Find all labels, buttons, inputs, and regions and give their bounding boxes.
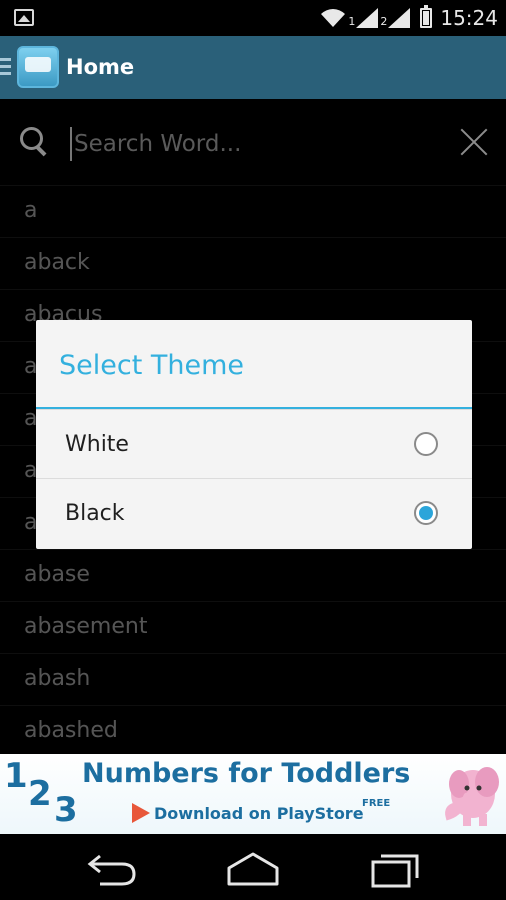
select-theme-dialog: Select Theme White Black — [36, 320, 472, 549]
play-store-icon — [132, 803, 150, 823]
ad-free-badge: FREE — [362, 798, 391, 809]
status-bar: 1 2 15:24 — [0, 0, 506, 36]
search-input[interactable] — [70, 127, 440, 161]
wifi-icon — [321, 9, 346, 27]
app-logo-icon[interactable] — [17, 46, 59, 88]
elephant-icon — [445, 767, 499, 826]
close-icon[interactable] — [458, 126, 490, 158]
battery-icon — [420, 5, 433, 28]
radio-checked-icon[interactable] — [414, 501, 438, 525]
status-time: 15:24 — [440, 6, 498, 30]
image-notification-icon — [14, 9, 34, 26]
ad-digit: 1 — [4, 756, 28, 796]
ad-digits: 1 2 3 — [4, 756, 84, 832]
radio-unchecked-icon[interactable] — [414, 432, 438, 456]
system-nav-bar — [0, 834, 506, 900]
theme-option-white[interactable]: White — [36, 409, 472, 478]
option-label: Black — [65, 501, 125, 526]
back-icon[interactable] — [82, 844, 142, 890]
ad-banner[interactable]: 1 2 3 Numbers for Toddlers Download on P… — [0, 754, 506, 834]
signal-icon — [356, 8, 379, 28]
action-bar: Home — [0, 36, 506, 99]
signal-icon — [388, 8, 411, 28]
ad-digit: 3 — [54, 790, 78, 830]
status-icons: 1 2 15:24 — [320, 0, 498, 36]
search-icon — [20, 127, 50, 157]
search-bar — [0, 99, 506, 185]
home-icon[interactable] — [223, 844, 283, 890]
page-title: Home — [66, 55, 135, 79]
dialog-title: Select Theme — [36, 320, 472, 409]
ad-subtitle: Download on PlayStore — [154, 804, 364, 823]
recent-apps-icon[interactable] — [365, 844, 425, 890]
hamburger-icon[interactable] — [0, 58, 11, 76]
option-label: White — [65, 432, 129, 457]
sim2-label: 2 — [380, 15, 388, 28]
ad-digit: 2 — [28, 774, 52, 814]
sim1-label: 1 — [348, 15, 356, 28]
ad-title: Numbers for Toddlers — [82, 758, 411, 789]
theme-option-black[interactable]: Black — [36, 478, 472, 547]
